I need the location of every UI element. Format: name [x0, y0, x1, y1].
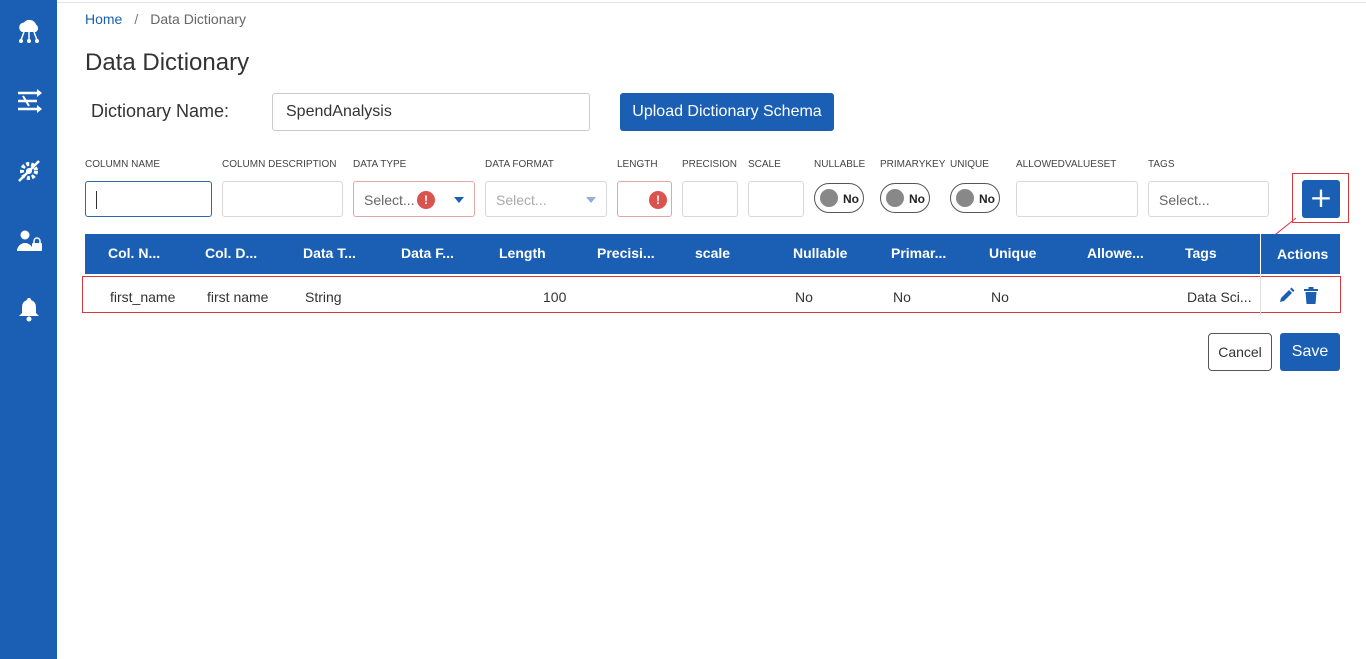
toggle-label: No: [909, 192, 925, 206]
cell-unique: No: [991, 289, 1009, 305]
breadcrumb-separator: /: [134, 11, 139, 27]
primarykey-label: PRIMARYKEY: [880, 159, 946, 170]
dictionary-name-label: Dictionary Name:: [91, 101, 230, 121]
header-allowed[interactable]: Allowe...: [1087, 245, 1144, 261]
header-length[interactable]: Length: [499, 245, 546, 261]
unique-toggle[interactable]: No: [950, 183, 1000, 213]
tags-select[interactable]: Select...: [1148, 181, 1269, 217]
header-actions: Actions: [1277, 246, 1329, 262]
gear-tools-icon[interactable]: [14, 156, 44, 186]
data-type-placeholder: Select...: [364, 192, 415, 208]
scale-label: SCALE: [748, 159, 781, 170]
allowedvalueset-label: ALLOWEDVALUESET: [1016, 159, 1117, 170]
header-data-type[interactable]: Data T...: [303, 245, 356, 261]
shuffle-flow-icon[interactable]: [14, 86, 44, 116]
toggle-label: No: [979, 192, 995, 206]
toggle-knob: [956, 189, 974, 207]
table-row: first_name first name String 100 No No N…: [85, 274, 1340, 315]
cancel-button[interactable]: Cancel: [1208, 333, 1272, 371]
cell-col-description: first name: [207, 289, 269, 305]
data-format-label: DATA FORMAT: [485, 159, 554, 170]
unique-label: UNIQUE: [950, 159, 989, 170]
header-data-format[interactable]: Data F...: [401, 245, 454, 261]
dictionary-name-input[interactable]: [272, 93, 590, 131]
table-header: Col. N... Col. D... Data T... Data F... …: [85, 234, 1340, 274]
add-row-button[interactable]: +: [1302, 180, 1340, 218]
upload-dictionary-schema-button[interactable]: Upload Dictionary Schema: [620, 93, 834, 131]
tags-label: TAGS: [1148, 159, 1175, 170]
header-col-description[interactable]: Col. D...: [205, 245, 257, 261]
column-divider: [1260, 274, 1261, 315]
text-caret: [96, 191, 97, 209]
breadcrumb-home[interactable]: Home: [85, 11, 122, 27]
cloud-network-icon[interactable]: [14, 16, 44, 46]
bell-icon[interactable]: [14, 294, 44, 324]
column-name-label: COLUMN NAME: [85, 159, 161, 170]
cell-primary: No: [893, 289, 911, 305]
sidebar: [0, 0, 57, 659]
allowedvalueset-input[interactable]: [1016, 181, 1138, 217]
length-input[interactable]: !: [617, 181, 672, 217]
cell-data-type: String: [305, 289, 342, 305]
save-button[interactable]: Save: [1280, 333, 1340, 371]
header-col-name[interactable]: Col. N...: [108, 245, 160, 261]
cell-tags: Data Sci...: [1187, 289, 1252, 305]
breadcrumb-current: Data Dictionary: [150, 11, 246, 27]
data-type-label: DATA TYPE: [353, 159, 407, 170]
toggle-label: No: [843, 192, 859, 206]
cell-col-name: first_name: [110, 289, 176, 305]
page-title: Data Dictionary: [85, 49, 250, 76]
column-divider: [1260, 234, 1261, 274]
column-description-input[interactable]: [222, 181, 343, 217]
header-nullable[interactable]: Nullable: [793, 245, 847, 261]
user-lock-icon[interactable]: [14, 226, 44, 256]
column-description-label: COLUMN DESCRIPTION: [222, 159, 337, 170]
header-tags[interactable]: Tags: [1185, 245, 1217, 261]
nullable-toggle[interactable]: No: [814, 183, 864, 213]
precision-label: PRECISION: [682, 159, 738, 170]
top-divider: [57, 2, 1366, 3]
precision-input[interactable]: [682, 181, 738, 217]
primarykey-toggle[interactable]: No: [880, 183, 930, 213]
pencil-icon[interactable]: [1278, 287, 1295, 309]
chevron-down-icon: [586, 197, 596, 203]
data-type-select[interactable]: Select... !: [353, 181, 475, 217]
header-scale[interactable]: scale: [695, 245, 730, 261]
error-icon: !: [649, 191, 667, 209]
nullable-label: NULLABLE: [814, 159, 866, 170]
tags-placeholder: Select...: [1159, 192, 1210, 208]
cell-nullable: No: [795, 289, 813, 305]
chevron-down-icon: [454, 197, 464, 203]
toggle-knob: [820, 189, 838, 207]
column-name-input[interactable]: [85, 181, 212, 217]
header-unique[interactable]: Unique: [989, 245, 1036, 261]
breadcrumb: Home / Data Dictionary: [85, 11, 246, 27]
data-format-placeholder: Select...: [496, 192, 547, 208]
scale-input[interactable]: [748, 181, 804, 217]
cell-length: 100: [543, 289, 567, 305]
error-icon: !: [417, 191, 435, 209]
header-primary[interactable]: Primar...: [891, 245, 946, 261]
trash-icon[interactable]: [1304, 287, 1318, 309]
header-precision[interactable]: Precisi...: [597, 245, 655, 261]
toggle-knob: [886, 189, 904, 207]
length-label: LENGTH: [617, 159, 658, 170]
data-format-select[interactable]: Select...: [485, 181, 607, 217]
